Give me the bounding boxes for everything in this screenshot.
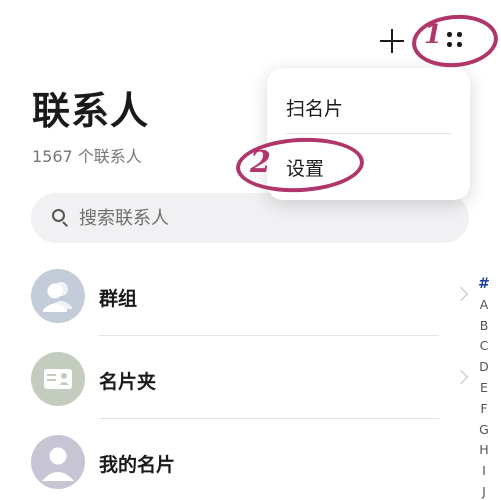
menu-item-label: 扫名片 [286,98,344,120]
index-letter[interactable]: # [478,274,490,295]
group-avatar-icon [31,269,85,323]
annotation-step-number: 2 [250,145,271,180]
search-input[interactable] [79,207,439,229]
add-contact-button[interactable] [378,27,406,55]
index-letter[interactable]: F [480,399,487,420]
index-letter[interactable]: C [480,336,489,357]
list-item-label: 群组 [99,288,138,310]
chevron-right-icon [453,286,469,302]
search-icon [51,208,71,228]
chevron-right-icon [453,369,469,385]
contact-count: 1567 个联系人 [32,147,142,166]
list-item-label: 我的名片 [99,454,176,476]
list-item-card-holder[interactable]: 名片夹 [31,345,471,415]
index-letter[interactable]: I [482,461,486,482]
menu-item-scan-card[interactable]: 扫名片 [267,72,470,134]
list-item-groups[interactable]: 群组 [31,262,471,332]
page-title: 联系人 [32,89,150,133]
list-item-my-card[interactable]: 我的名片 [31,428,471,498]
index-letter[interactable]: H [479,440,488,461]
alphabet-index[interactable]: # A B C D E F G H I J [474,274,494,500]
annotation-step-number: 1 [424,20,443,50]
index-letter[interactable]: A [480,295,489,316]
list-item-label: 名片夹 [99,371,157,393]
search-bar[interactable] [31,193,469,243]
divider [99,418,439,419]
index-letter[interactable]: E [480,378,488,399]
divider [99,335,439,336]
index-letter[interactable]: B [480,316,489,337]
contacts-screen: 联系人 1567 个联系人 群组 [0,0,501,500]
index-letter[interactable]: J [482,482,486,500]
index-letter[interactable]: G [479,420,489,441]
card-holder-icon [31,352,85,406]
index-letter[interactable]: D [479,357,489,378]
person-avatar-icon [31,435,85,489]
